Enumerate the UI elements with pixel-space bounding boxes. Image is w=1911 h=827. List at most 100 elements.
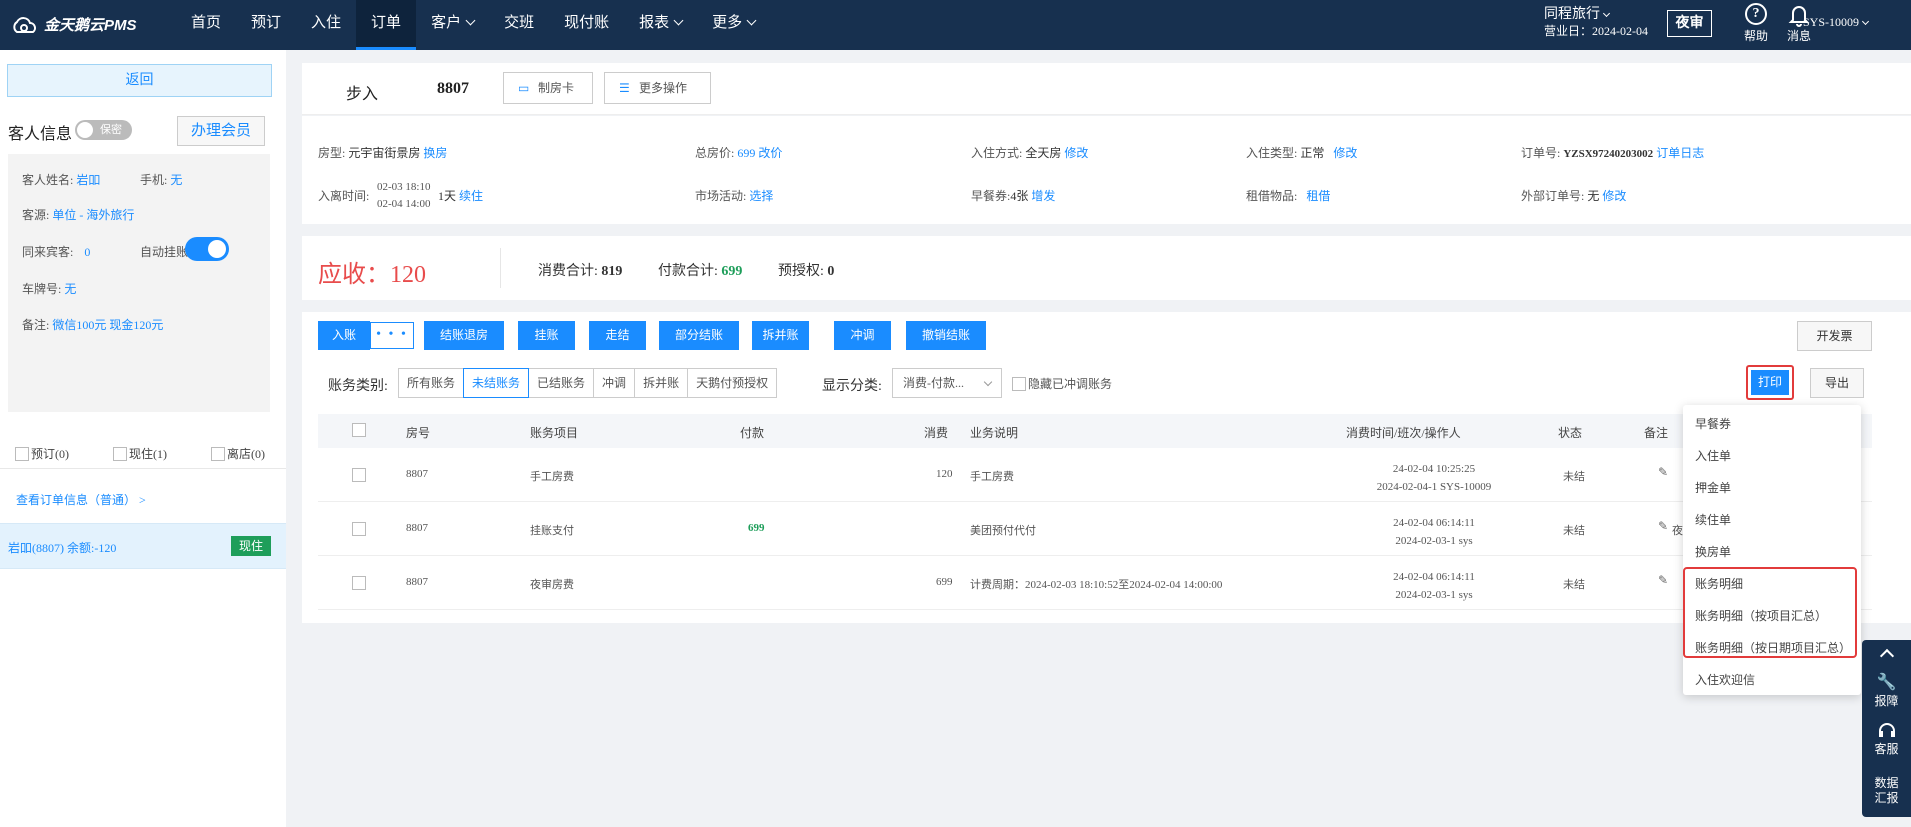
tab-split-merge[interactable]: 拆并账 [634,368,689,398]
row-checkbox[interactable] [352,522,366,536]
nav-more[interactable]: 更多 [697,0,770,50]
nav-booking[interactable]: 预订 [236,0,296,50]
auto-hang-toggle[interactable] [185,237,229,261]
modify-ext-link[interactable]: 修改 [1602,189,1626,203]
cell-consume: 699 [936,576,953,588]
more-post-button[interactable]: • • • [370,322,414,349]
cell-desc: 计费周期：2024-02-03 18:10:52至2024-02-04 14:0… [970,579,1223,591]
scroll-top-button[interactable] [1862,645,1911,665]
remark-value[interactable]: 微信100元 现金120元 [52,318,163,332]
view-order-link[interactable]: 查看订单信息（普通） > [16,491,146,508]
undo-settle-button[interactable]: 撤销结账 [906,321,986,350]
night-audit-button[interactable]: 夜审 [1667,10,1712,37]
room-entry[interactable]: 岩吅(8807) 余额:-120 现住 [0,523,286,569]
rental-link[interactable]: 租借 [1306,189,1330,203]
make-card-button[interactable]: ▭ 制房卡 [503,72,593,104]
export-button[interactable]: 导出 [1810,368,1864,398]
left-checkbox[interactable]: 离店(0) [211,445,309,462]
table-row[interactable]: 8807 挂账支付 699 美团预付代付 24-02-04 06:14:11 20… [318,502,1872,556]
checkout-button[interactable]: 结账退房 [424,321,504,350]
help-button[interactable]: ? 帮助 [1741,3,1771,44]
tab-settled[interactable]: 已结账务 [528,368,595,398]
hotel-selector[interactable]: 同程旅行 营业日：2024-02-04 [1544,6,1648,40]
edit-remark-icon[interactable]: ✎ [1658,573,1668,588]
user-menu[interactable]: SYS-10009 [1803,15,1870,30]
breakfast-label: 早餐券: [971,189,1011,203]
plate-value[interactable]: 无 [64,282,76,296]
modify-mode-link[interactable]: 修改 [1064,146,1088,160]
nav-orders[interactable]: 订单 [356,0,417,50]
display-select[interactable]: 消费-付款... [892,368,1002,398]
source-value[interactable]: 单位 - 海外旅行 [52,208,134,222]
consume-total: 819 [601,264,623,279]
nav-home[interactable]: 首页 [176,0,236,50]
change-price-link[interactable]: 改价 [758,146,782,160]
nav-shift[interactable]: 交班 [489,0,549,50]
cell-status: 未结 [1563,579,1585,591]
row-checkbox[interactable] [352,468,366,482]
brand-logo[interactable]: 金天鹅云PMS [10,14,137,35]
nav-cash-account[interactable]: 现付账 [549,0,624,50]
print-breakfast-voucher[interactable]: 早餐券 [1695,415,1731,435]
print-account-detail-by-date[interactable]: 账务明细（按日期项目汇总） [1695,639,1851,659]
extend-link[interactable]: 续住 [459,189,483,203]
change-room-link[interactable]: 换房 [423,146,447,160]
hang-account-button[interactable]: 挂账 [518,321,575,350]
table-row[interactable]: 8807 夜审房费 699 计费周期：2024-02-03 18:10:52至2… [318,556,1872,610]
nav-customers[interactable]: 客户 [416,0,489,50]
more-ops-button[interactable]: ☰ 更多操作 [604,72,711,104]
reverse-button[interactable]: 冲调 [834,321,891,350]
data-report-button[interactable]: 数据 汇报 [1862,776,1911,806]
chevron-down-icon [673,15,684,26]
checkbox-icon [113,446,127,461]
back-button[interactable]: 返回 [7,64,272,97]
add-issue-link[interactable]: 增发 [1031,189,1055,203]
print-welcome-letter[interactable]: 入住欢迎信 [1695,671,1755,691]
invoice-button[interactable]: 开发票 [1797,321,1872,351]
post-entry-button[interactable]: 入账 [318,321,370,350]
col-consume: 消费 [924,426,949,440]
nav-checkin[interactable]: 入住 [296,0,356,50]
print-change-room-form[interactable]: 换房单 [1695,543,1731,563]
tab-unsettled[interactable]: 未结账务 [463,368,530,398]
partial-settle-button[interactable]: 部分结账 [659,321,739,350]
print-deposit-slip[interactable]: 押金单 [1695,479,1731,499]
ext-order-value: 无 [1587,189,1600,203]
cell-pay: 699 [748,522,765,534]
table-row[interactable]: 8807 手工房费 120 手工房费 24-02-04 10:25:25 2024… [318,448,1872,502]
print-button[interactable]: 打印 [1751,370,1789,395]
register-member-button[interactable]: 办理会员 [177,116,265,146]
guest-name[interactable]: 岩吅 [76,173,100,187]
tab-reversed[interactable]: 冲调 [593,368,636,398]
edit-remark-icon[interactable]: ✎ [1658,465,1668,480]
hide-reversed-checkbox[interactable]: 隐藏已冲调账务 [1012,375,1112,392]
nav-reports[interactable]: 报表 [624,0,697,50]
promo-select-link[interactable]: 选择 [749,189,773,203]
modify-type-link[interactable]: 修改 [1333,146,1357,160]
print-extend-form[interactable]: 续住单 [1695,511,1731,531]
privacy-toggle[interactable]: 保密 [75,120,132,140]
print-account-detail[interactable]: 账务明细 [1695,575,1743,595]
edit-remark-icon[interactable]: ✎ [1658,519,1668,534]
leave-settle-button[interactable]: 走结 [589,321,646,350]
report-issue-button[interactable]: 🔧 报障 [1862,672,1911,709]
split-merge-button[interactable]: 拆并账 [752,321,809,350]
select-all-checkbox[interactable] [352,423,366,437]
companions-value[interactable]: 0 [84,245,90,259]
customer-service-button[interactable]: 客服 [1862,722,1911,757]
print-highlight: 打印 [1746,365,1794,400]
order-log-link[interactable]: 订单日志 [1656,146,1704,160]
floating-toolbar: 🔧 报障 客服 数据 汇报 [1862,640,1911,817]
print-account-detail-by-item[interactable]: 账务明细（按项目汇总） [1695,607,1827,627]
checkbox-icon [211,446,225,461]
staying-checkbox[interactable]: 现住(1) [113,445,211,462]
row-checkbox[interactable] [352,576,366,590]
list-icon: ☰ [619,81,630,95]
card-icon: ▭ [518,81,530,95]
tab-preauth[interactable]: 天鹅付预授权 [687,368,778,398]
tab-all[interactable]: 所有账务 [398,368,465,398]
print-checkin-form[interactable]: 入住单 [1695,447,1731,467]
phone-value[interactable]: 无 [170,173,182,187]
chevron-up-icon [1879,648,1894,664]
booked-checkbox[interactable]: 预订(0) [15,445,113,462]
